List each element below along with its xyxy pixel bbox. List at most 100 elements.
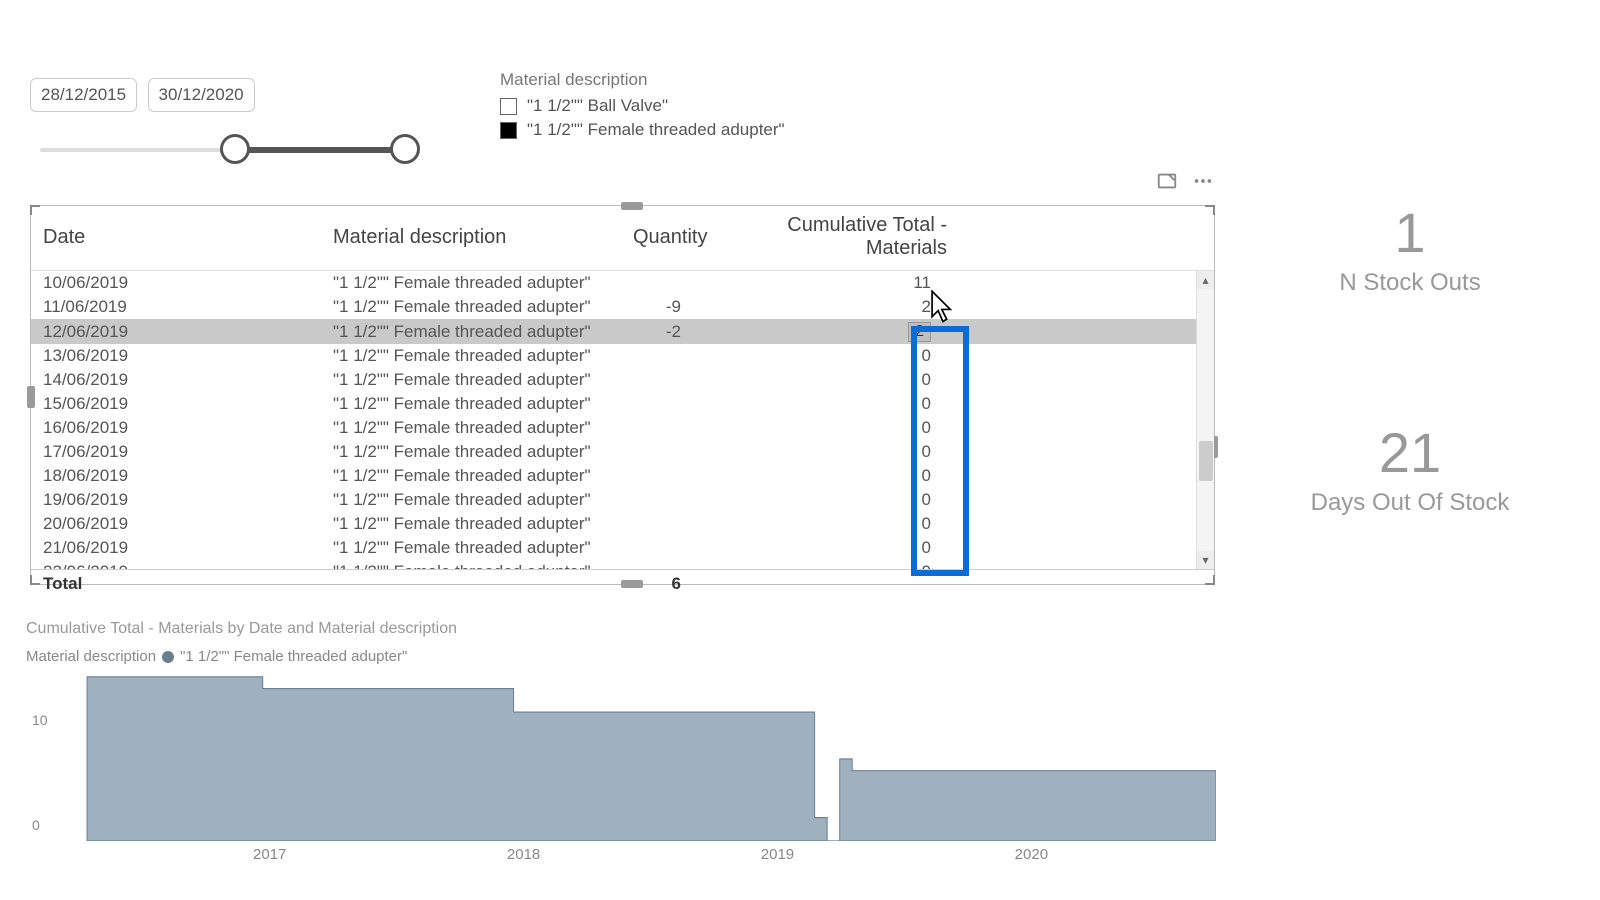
resize-handle-icon[interactable] (30, 575, 40, 585)
card-days-out: 21 Days Out Of Stock (1280, 420, 1540, 517)
resize-handle-icon[interactable] (1205, 205, 1215, 215)
resize-handle-icon[interactable] (30, 205, 40, 215)
chart-plot-area[interactable]: 0 10 2017 2018 2019 2020 (62, 671, 1216, 841)
cell-material: "1 1/2"" Female threaded adupter" (321, 319, 621, 344)
cell-cumulative: 0 (711, 560, 961, 569)
cell-quantity (621, 536, 711, 560)
table-row[interactable]: 10/06/2019"1 1/2"" Female threaded adupt… (31, 271, 1214, 295)
column-header-quantity[interactable]: Quantity (621, 206, 711, 271)
scrollbar-thumb[interactable] (1199, 441, 1213, 481)
y-axis-tick: 0 (32, 817, 40, 833)
cell-date: 10/06/2019 (31, 271, 321, 295)
more-options-icon[interactable] (1192, 170, 1214, 192)
resize-handle-icon[interactable] (621, 580, 643, 588)
cell-cumulative: 0 (711, 512, 961, 536)
scroll-up-icon[interactable]: ▴ (1197, 271, 1214, 289)
column-header-material[interactable]: Material description (321, 206, 621, 271)
column-header-cumulative[interactable]: Cumulative Total - Materials (711, 206, 961, 271)
slicer-item-female-adapter[interactable]: "1 1/2"" Female threaded adupter" (500, 120, 785, 140)
cell-material: "1 1/2"" Female threaded adupter" (321, 488, 621, 512)
checkbox-icon[interactable] (500, 98, 517, 115)
cell-date: 15/06/2019 (31, 392, 321, 416)
end-date-field[interactable]: 30/12/2020 (148, 78, 255, 112)
cell-material: "1 1/2"" Female threaded adupter" (321, 536, 621, 560)
cell-quantity: -2 (621, 319, 711, 344)
card-value: 1 (1280, 200, 1540, 265)
total-label: Total (31, 570, 321, 599)
cell-cumulative: 0 (711, 536, 961, 560)
x-axis-tick: 2020 (1015, 846, 1048, 863)
cell-quantity (621, 560, 711, 569)
cell-material: "1 1/2"" Female threaded adupter" (321, 295, 621, 319)
cumulative-chart-visual[interactable]: Cumulative Total - Materials by Date and… (26, 620, 1216, 841)
cell-cumulative: 0 (711, 392, 961, 416)
x-axis-tick: 2018 (507, 846, 540, 863)
cell-cumulative: 2 (711, 295, 961, 319)
cell-quantity (621, 416, 711, 440)
resize-handle-icon[interactable] (621, 202, 643, 210)
table-row[interactable]: 12/06/2019"1 1/2"" Female threaded adupt… (31, 319, 1214, 344)
cell-material: "1 1/2"" Female threaded adupter" (321, 464, 621, 488)
resize-handle-icon[interactable] (1205, 575, 1215, 585)
slider-selected-range (235, 147, 400, 153)
checkbox-checked-icon[interactable] (500, 122, 517, 139)
vertical-scrollbar[interactable]: ▴ ▾ (1196, 271, 1214, 569)
cell-quantity (621, 271, 711, 295)
materials-table-visual[interactable]: Date Material description Quantity Cumul… (30, 205, 1215, 585)
cell-quantity (621, 440, 711, 464)
table-row[interactable]: 13/06/2019"1 1/2"" Female threaded adupt… (31, 344, 1214, 368)
table-row[interactable]: 20/06/2019"1 1/2"" Female threaded adupt… (31, 512, 1214, 536)
slider-handle-end[interactable] (390, 134, 420, 164)
chart-legend: Material description "1 1/2"" Female thr… (26, 648, 1216, 665)
table-row[interactable]: 18/06/2019"1 1/2"" Female threaded adupt… (31, 464, 1214, 488)
cell-quantity (621, 464, 711, 488)
cell-quantity (621, 488, 711, 512)
table-row[interactable]: 15/06/2019"1 1/2"" Female threaded adupt… (31, 392, 1214, 416)
visual-header-actions (1156, 170, 1214, 192)
scroll-down-icon[interactable]: ▾ (1197, 551, 1214, 569)
cell-cumulative: 2 (711, 319, 961, 344)
table-row[interactable]: 21/06/2019"1 1/2"" Female threaded adupt… (31, 536, 1214, 560)
cell-cumulative: 11 (711, 271, 961, 295)
cell-material: "1 1/2"" Female threaded adupter" (321, 271, 621, 295)
date-range-slicer[interactable]: 28/12/2015 30/12/2020 (30, 78, 410, 170)
x-axis-tick: 2017 (253, 846, 286, 863)
cell-material: "1 1/2"" Female threaded adupter" (321, 560, 621, 569)
cell-cumulative: 0 (711, 440, 961, 464)
start-date-field[interactable]: 28/12/2015 (30, 78, 137, 112)
card-label: N Stock Outs (1280, 269, 1540, 297)
slicer-item-ball-valve[interactable]: "1 1/2"" Ball Valve" (500, 96, 785, 116)
table-row[interactable]: 14/06/2019"1 1/2"" Female threaded adupt… (31, 368, 1214, 392)
table-row[interactable]: 22/06/2019"1 1/2"" Female threaded adupt… (31, 560, 1214, 569)
cell-quantity (621, 512, 711, 536)
cell-date: 14/06/2019 (31, 368, 321, 392)
cell-date: 13/06/2019 (31, 344, 321, 368)
cell-material: "1 1/2"" Female threaded adupter" (321, 392, 621, 416)
cell-quantity (621, 344, 711, 368)
total-cumulative (711, 570, 961, 599)
cell-date: 21/06/2019 (31, 536, 321, 560)
slider-handle-start[interactable] (220, 134, 250, 164)
cell-material: "1 1/2"" Female threaded adupter" (321, 440, 621, 464)
focus-mode-icon[interactable] (1156, 170, 1178, 192)
cell-date: 16/06/2019 (31, 416, 321, 440)
card-stock-outs: 1 N Stock Outs (1280, 200, 1540, 297)
legend-marker-icon (162, 651, 174, 663)
cell-cumulative: 0 (711, 464, 961, 488)
cell-date: 20/06/2019 (31, 512, 321, 536)
cell-cumulative: 0 (711, 344, 961, 368)
table-row[interactable]: 11/06/2019"1 1/2"" Female threaded adupt… (31, 295, 1214, 319)
table-row[interactable]: 19/06/2019"1 1/2"" Female threaded adupt… (31, 488, 1214, 512)
material-slicer[interactable]: Material description "1 1/2"" Ball Valve… (500, 70, 785, 144)
cell-cumulative: 0 (711, 416, 961, 440)
table-row[interactable]: 16/06/2019"1 1/2"" Female threaded adupt… (31, 416, 1214, 440)
table-row[interactable]: 17/06/2019"1 1/2"" Female threaded adupt… (31, 440, 1214, 464)
cell-cumulative: 0 (711, 368, 961, 392)
card-value: 21 (1280, 420, 1540, 485)
material-slicer-title: Material description (500, 70, 785, 90)
cell-date: 11/06/2019 (31, 295, 321, 319)
slicer-item-label: "1 1/2"" Ball Valve" (527, 96, 668, 116)
date-slider[interactable] (40, 130, 420, 170)
column-header-date[interactable]: Date (31, 206, 321, 271)
area-chart-svg (62, 671, 1216, 841)
